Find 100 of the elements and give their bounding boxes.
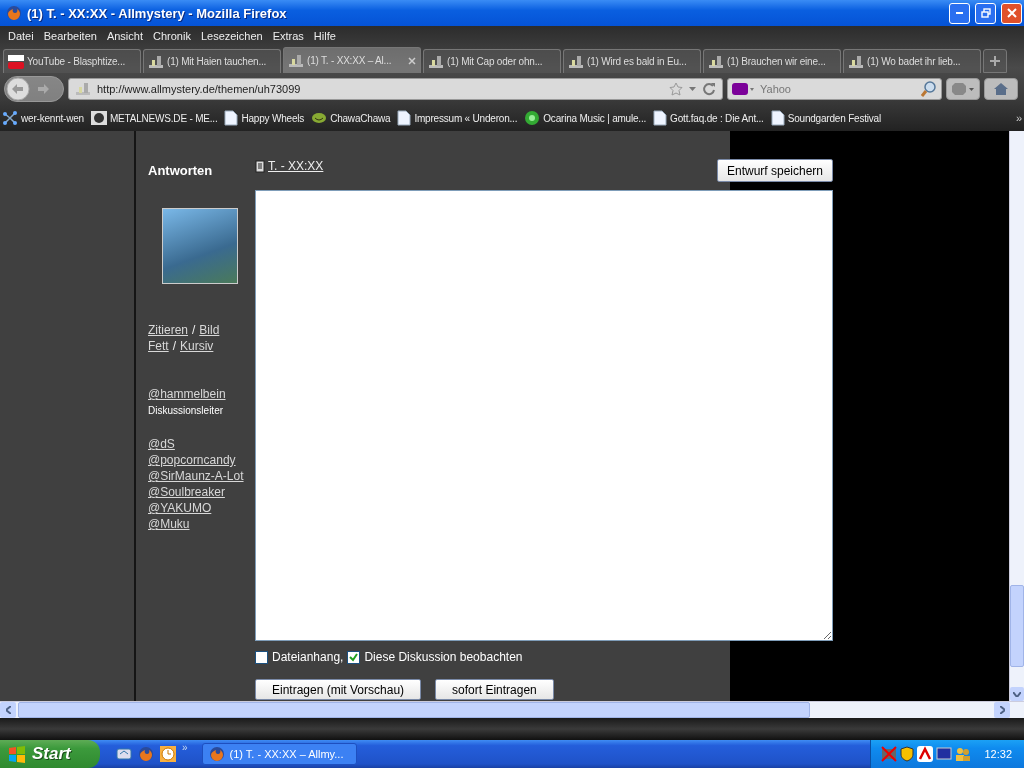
video-logo-icon <box>8 53 24 70</box>
taskbar-window-button[interactable]: (1) T. - XX:XX – Allmy... <box>201 743 357 765</box>
checkbox-label: Diese Diskussion beobachten <box>364 650 523 664</box>
menu-item[interactable]: Chronik <box>148 29 196 42</box>
bars-icon <box>428 53 444 70</box>
vertical-scrollbar[interactable] <box>1009 131 1024 702</box>
bookmark[interactable]: wer-kennt-wen <box>2 110 84 126</box>
users-icon[interactable] <box>955 746 972 762</box>
menu-item[interactable]: Extras <box>267 29 309 42</box>
page-icon <box>397 110 412 126</box>
windows-logo-icon <box>8 745 26 763</box>
page-icon <box>653 110 668 126</box>
search-input[interactable]: Yahoo <box>758 82 917 96</box>
checkbox-label: Dateianhang, <box>272 650 344 664</box>
browser-tab[interactable]: (1) Brauchen wir eine... <box>703 49 841 73</box>
star-icon[interactable] <box>669 82 683 96</box>
user-mention-link[interactable]: @Soulbreaker <box>148 484 225 500</box>
menu-item[interactable]: Hilfe <box>308 29 341 42</box>
close-button[interactable] <box>1001 2 1022 24</box>
back-button[interactable] <box>4 76 64 102</box>
bars-icon <box>75 81 91 97</box>
clock-time: 12:32 <box>984 748 1012 760</box>
bars-icon <box>848 53 864 70</box>
format-link[interactable]: Bild <box>199 322 220 338</box>
home-icon <box>993 82 1009 96</box>
bookmark[interactable]: Impressum « Underon... <box>397 110 518 126</box>
page-icon <box>770 110 785 126</box>
overflow-chevron[interactable]: » <box>1015 112 1022 124</box>
firefox-icon <box>6 5 22 21</box>
overflow-chevron[interactable]: » <box>182 742 188 753</box>
bars-icon <box>288 52 304 69</box>
bars-icon <box>568 53 584 70</box>
document-icon <box>255 159 265 173</box>
menu-item[interactable]: Ansicht <box>101 29 148 42</box>
close-icon <box>1006 8 1017 18</box>
separator-text: / <box>172 338 176 354</box>
search-icon[interactable] <box>921 81 937 97</box>
window-title: (1) T. - XX:XX - Allmystery - Mozilla Firefox <box>27 5 288 21</box>
browser-tab[interactable]: YouTube - Blasphtize... <box>3 49 141 73</box>
browser-tab[interactable]: (1) Wird es bald in Eu... <box>563 49 701 73</box>
scrollbar-thumb[interactable] <box>1010 585 1024 668</box>
thumbnail-icon <box>91 110 107 126</box>
music-icon <box>524 110 541 126</box>
user-mention-link[interactable]: @hammelbein <box>148 386 226 402</box>
bookmark[interactable]: METALNEWS.DE - ME... <box>91 110 218 126</box>
user-mention-link[interactable]: @dS <box>148 436 175 452</box>
scrollbar-thumb[interactable] <box>18 702 810 719</box>
bars-icon <box>148 53 164 70</box>
user-mention-link[interactable]: @SirMaunz-A-Lot <box>148 468 244 484</box>
user-mention-link[interactable]: @YAKUMO <box>148 500 212 516</box>
dropdown-arrow-icon[interactable] <box>689 87 696 91</box>
format-link[interactable]: Zitieren <box>148 322 188 338</box>
bookmark[interactable]: Soundgarden Festival <box>770 110 881 126</box>
checkbox[interactable] <box>347 650 361 664</box>
shield-icon[interactable] <box>900 746 915 762</box>
bars-icon <box>708 53 724 70</box>
restore-icon <box>980 8 991 18</box>
search-field[interactable]: Yahoo <box>727 78 942 100</box>
start-button[interactable]: Start <box>0 740 100 768</box>
submit-button[interactable]: sofort Eintragen <box>435 679 554 700</box>
bookmark[interactable]: Happy Wheels <box>224 110 305 126</box>
firefox-icon[interactable] <box>138 746 154 762</box>
minimize-icon <box>956 12 963 14</box>
bookmark[interactable]: Ocarina Music | amule... <box>524 110 647 126</box>
role-label: Diskussionsleiter <box>148 404 225 418</box>
browser-tab[interactable]: (1) Wo badet ihr lieb... <box>843 49 981 73</box>
user-mention-link[interactable]: @Muku <box>148 516 190 532</box>
bookmark[interactable]: ChawaChawa <box>311 112 391 124</box>
home-button[interactable] <box>984 78 1018 100</box>
address-bar[interactable]: http://www.allmystery.de/themen/uh73099 <box>68 78 723 100</box>
user-mention-link[interactable]: @popcorncandy <box>148 452 236 468</box>
bookmark[interactable]: Gott.faq.de : Die Ant... <box>653 110 764 126</box>
submit-button[interactable]: Eintragen (mit Vorschau) <box>255 679 422 700</box>
menu-item[interactable]: Bearbeiten <box>38 29 102 42</box>
checkbox[interactable] <box>255 650 268 664</box>
reload-icon[interactable] <box>702 82 716 96</box>
close-icon[interactable] <box>408 56 416 65</box>
format-link[interactable]: Kursiv <box>180 338 214 354</box>
checkmark-icon <box>349 652 359 662</box>
save-draft-button[interactable]: Entwurf speichern <box>716 159 833 182</box>
stop-sign-icon <box>951 82 975 96</box>
browser-tab[interactable]: (1) Mit Cap oder ohn... <box>423 49 561 73</box>
page-icon <box>224 110 239 126</box>
adblock-button[interactable] <box>946 78 980 100</box>
minimize-button[interactable] <box>949 2 970 24</box>
network-icon <box>2 110 18 126</box>
browser-tab[interactable]: (1) T. - XX:XX – Al... <box>283 47 421 73</box>
smiley-icon <box>311 112 328 124</box>
yahoo-logo-icon <box>732 82 754 96</box>
browser-tab[interactable]: (1) Mit Haien tauchen... <box>143 49 281 73</box>
monitor-icon[interactable] <box>936 746 953 762</box>
format-link[interactable]: Fett <box>148 338 169 354</box>
plus-icon <box>989 55 1001 67</box>
restore-button[interactable] <box>975 2 996 24</box>
thread-link[interactable]: T. - XX:XX <box>268 159 324 173</box>
clock-icon[interactable] <box>160 746 176 762</box>
menu-item[interactable]: Lesezeichen <box>195 29 268 42</box>
new-tab-button[interactable] <box>983 49 1007 73</box>
menu-item[interactable]: Datei <box>3 29 39 42</box>
horizontal-scrollbar[interactable] <box>0 701 1024 719</box>
